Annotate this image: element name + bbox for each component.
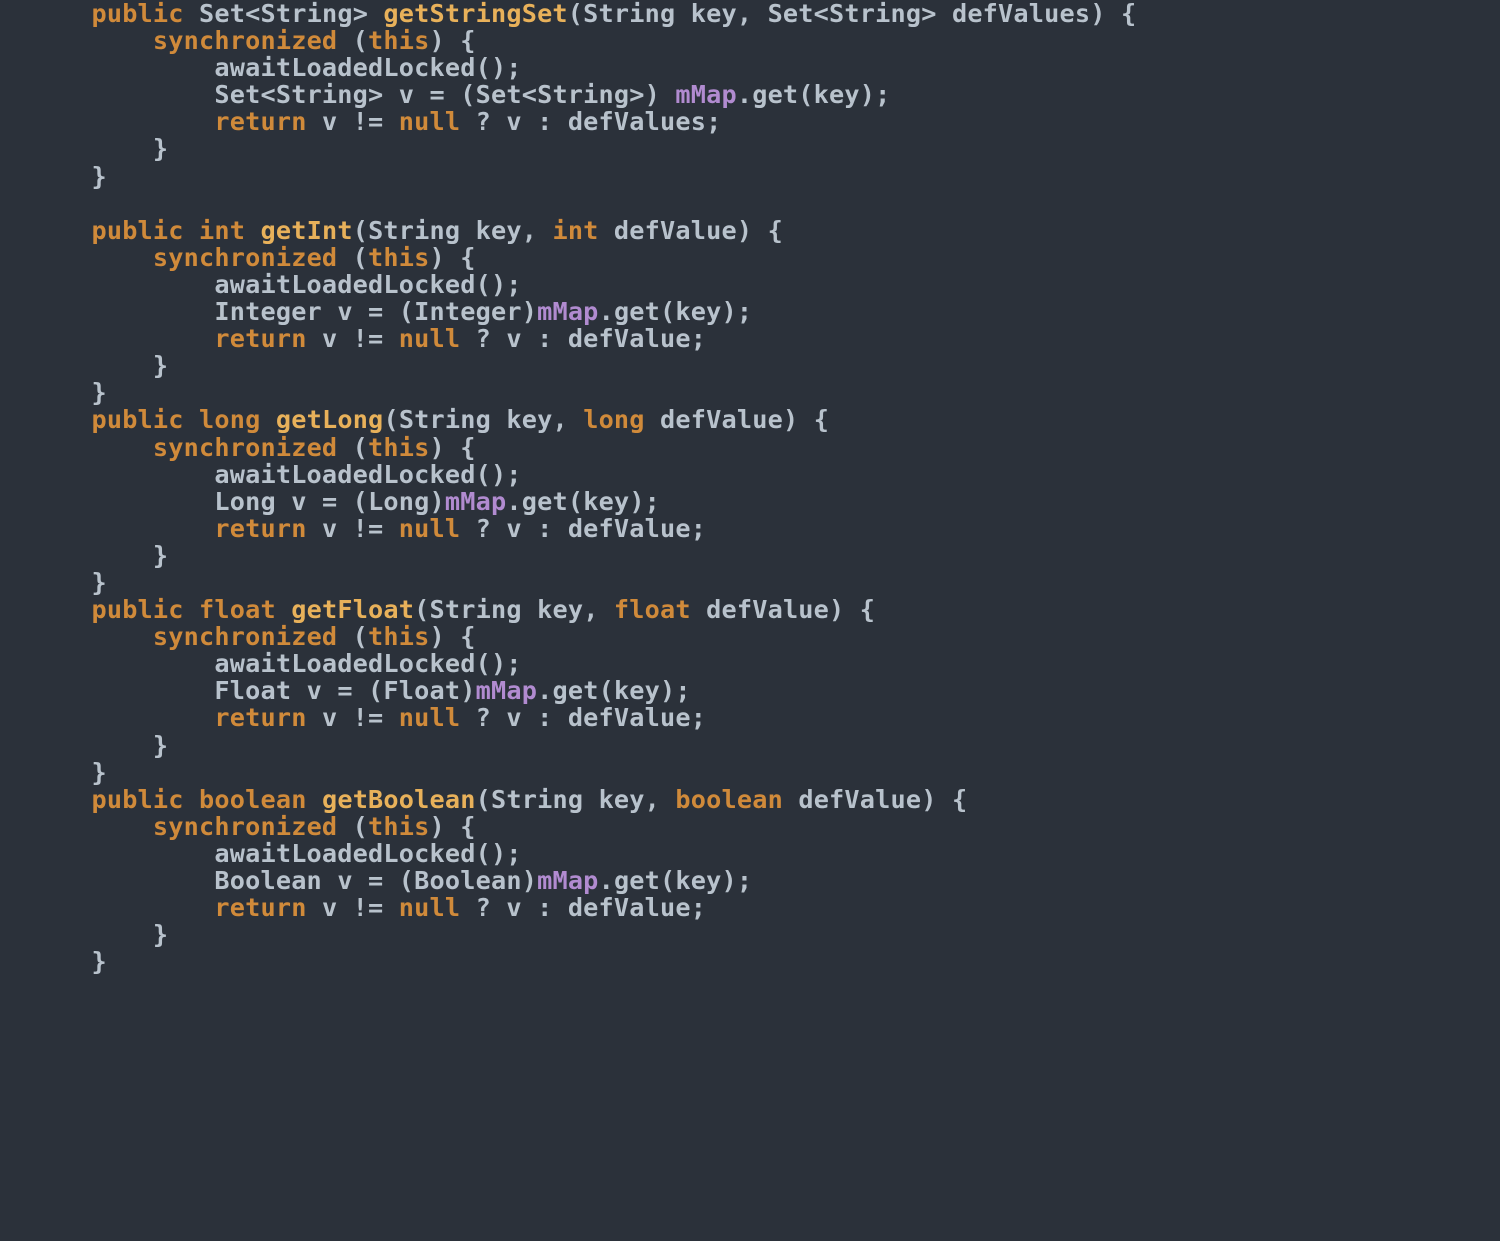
keyword-boolean: boolean xyxy=(199,785,307,814)
keyword-int: int xyxy=(199,216,245,245)
keyword-float: float xyxy=(199,595,276,624)
field-mMap: mMap xyxy=(675,80,736,109)
method-name-getBoolean: getBoolean xyxy=(322,785,476,814)
keyword-return: return xyxy=(214,107,306,136)
keyword-public: public xyxy=(91,0,183,28)
call-awaitLoadedLocked: awaitLoadedLocked xyxy=(214,53,475,82)
code-editor-content[interactable]: public Set<String> getStringSet(String k… xyxy=(0,0,1500,975)
keyword-long: long xyxy=(199,405,260,434)
keyword-synchronized: synchronized xyxy=(153,26,337,55)
method-name-getLong: getLong xyxy=(276,405,384,434)
method-name-getStringSet: getStringSet xyxy=(383,0,567,28)
type-set: Set xyxy=(199,0,245,28)
method-name-getFloat: getFloat xyxy=(291,595,414,624)
method-name-getInt: getInt xyxy=(261,216,353,245)
